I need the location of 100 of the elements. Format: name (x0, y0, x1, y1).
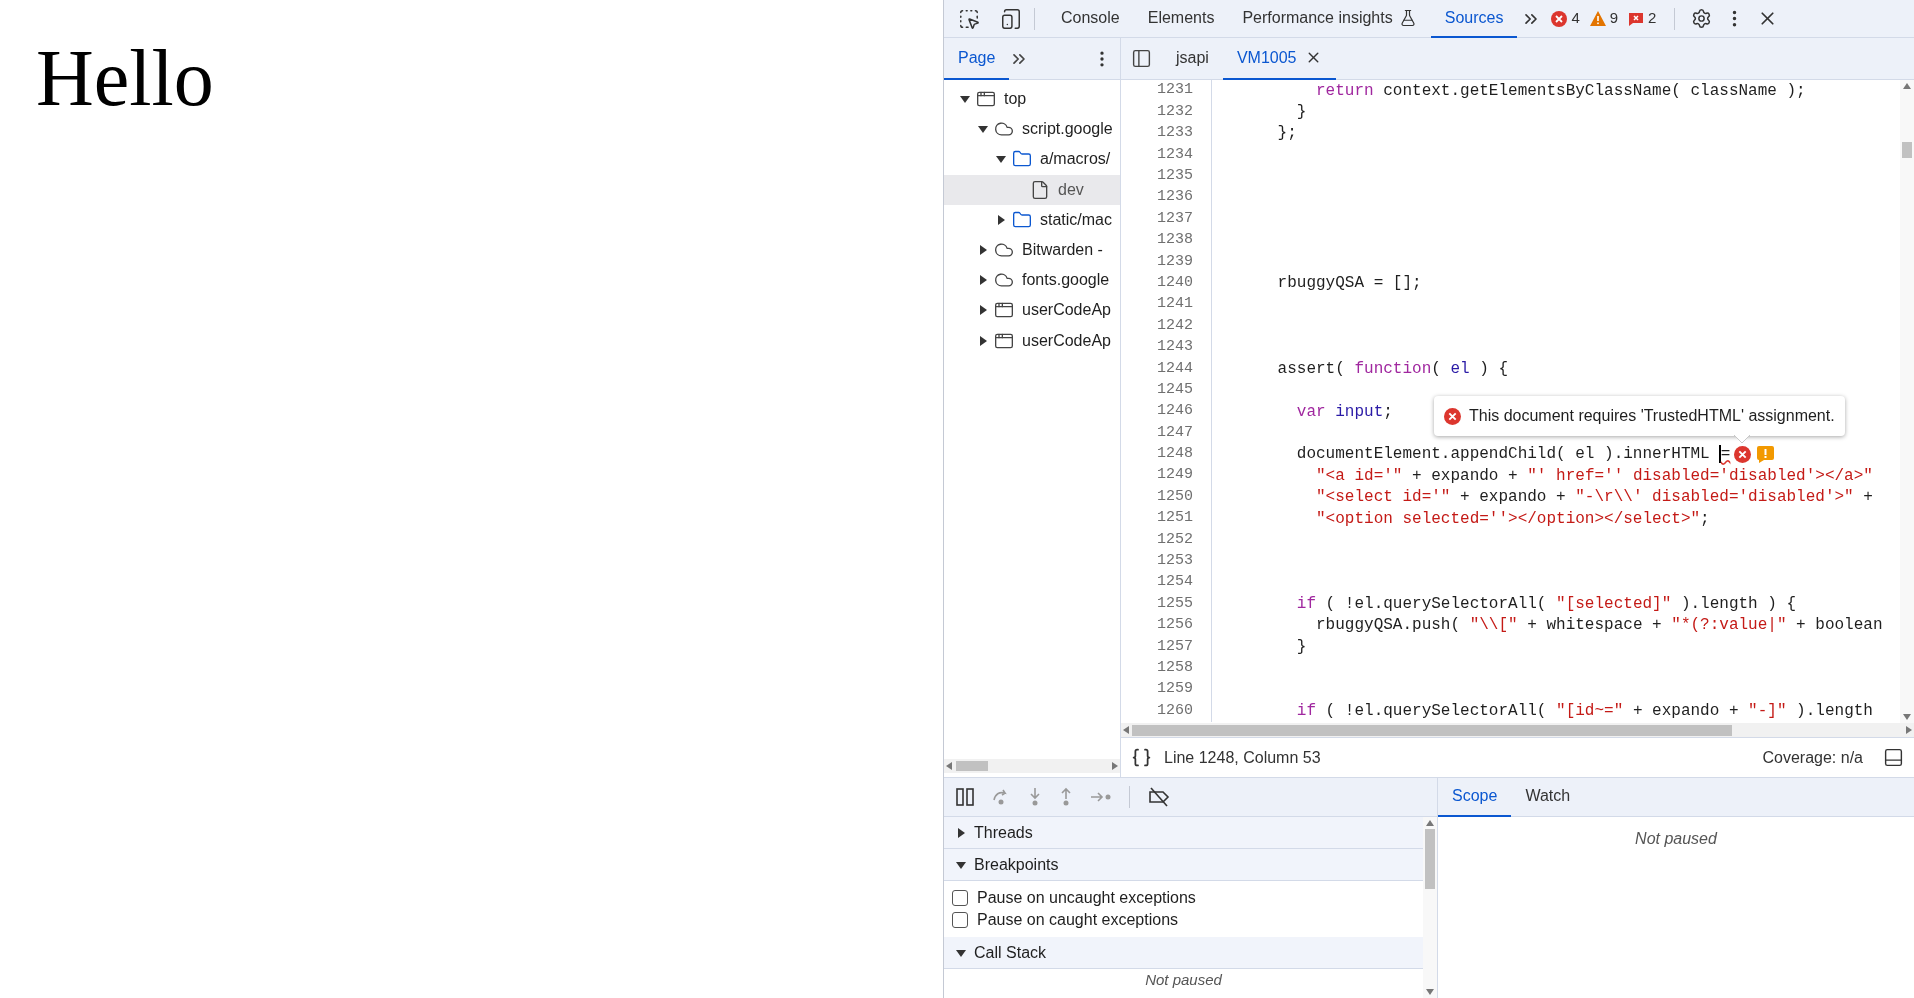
counter-button[interactable]: 2 (1628, 7, 1657, 30)
line-number: 1259 (1156, 679, 1194, 700)
checkbox[interactable] (952, 890, 968, 906)
line-number: 1255 (1156, 593, 1194, 614)
line-number: 1252 (1156, 529, 1194, 550)
pretty-print-icon[interactable] (1131, 747, 1152, 768)
scroll-arrow-icon[interactable] (946, 762, 952, 770)
error-icon (1444, 407, 1461, 425)
collapsed-arrow-icon[interactable] (978, 305, 988, 316)
horizontal-scrollbar[interactable] (944, 759, 1120, 773)
file-tab[interactable]: VM1005 (1222, 37, 1336, 80)
deactivate-breakpoints-icon[interactable] (1147, 787, 1171, 807)
expanded-arrow-icon[interactable] (956, 859, 966, 870)
collapsed-arrow-icon[interactable] (978, 245, 988, 256)
error-icon (1551, 10, 1568, 27)
line-number: 1231 (1156, 80, 1194, 101)
tree-item[interactable]: a/macros/ (944, 144, 1120, 175)
line-number: 1253 (1156, 551, 1194, 572)
tree-item[interactable]: dev (944, 174, 1120, 205)
scrollbar-thumb[interactable] (1132, 724, 1732, 736)
tree-item[interactable]: top (944, 84, 1120, 115)
line-number: 1260 (1156, 700, 1194, 721)
pause-icon[interactable] (956, 788, 974, 806)
scroll-arrow-icon[interactable] (1903, 83, 1911, 89)
vertical-scrollbar[interactable] (1900, 80, 1914, 723)
warning-marker-icon[interactable] (1756, 444, 1776, 464)
line-number: 1234 (1156, 144, 1194, 165)
file-icon (1030, 179, 1050, 200)
line-number: 1237 (1156, 208, 1194, 229)
scroll-arrow-icon[interactable] (1426, 820, 1434, 826)
line-number: 1254 (1156, 572, 1194, 593)
line-number: 1243 (1156, 337, 1194, 358)
line-number: 1247 (1156, 422, 1194, 443)
scroll-arrow-icon[interactable] (1426, 989, 1434, 995)
tree-item[interactable]: userCodeAp (944, 295, 1120, 326)
scrollbar-thumb[interactable] (1902, 142, 1912, 158)
collapsed-arrow-icon[interactable] (978, 335, 988, 346)
status-message: Not paused (1634, 829, 1719, 849)
horizontal-scrollbar[interactable] (1121, 723, 1914, 737)
device-toolbar-icon[interactable] (1000, 7, 1022, 30)
line-number: 1238 (1156, 230, 1194, 251)
sidebar-tab[interactable]: Watch (1511, 777, 1585, 817)
code-line: var input; (1295, 401, 1393, 423)
code-line: rbuggyQSA = []; (1276, 273, 1422, 295)
breakpoint-option[interactable]: Pause on uncaught exceptions (944, 887, 1423, 909)
collapsed-arrow-icon[interactable] (956, 827, 966, 838)
code-line: if ( !el.querySelectorAll( "[id~=" + expando + "-]" ).length (1295, 701, 1873, 723)
panel-tab[interactable]: Performance insights (1228, 0, 1431, 38)
code-line: } (1295, 102, 1307, 124)
code-line: }; (1276, 123, 1297, 145)
scroll-arrow-icon[interactable] (1123, 726, 1129, 734)
counter-button[interactable]: 9 (1589, 7, 1619, 30)
vertical-scrollbar[interactable] (1423, 817, 1437, 998)
collapsed-arrow-icon[interactable] (996, 214, 1006, 225)
line-number: 1233 (1156, 123, 1194, 144)
warning-icon (1589, 11, 1606, 26)
scrollbar-thumb[interactable] (956, 761, 988, 771)
settings-icon[interactable] (1691, 8, 1713, 29)
expanded-arrow-icon[interactable] (960, 94, 970, 105)
toggle-sidebar-icon[interactable] (1131, 48, 1152, 69)
tree-item-label: Bitwarden - (1022, 240, 1103, 261)
line-number: 1258 (1156, 658, 1194, 678)
toggle-drawer-icon[interactable] (1883, 747, 1904, 768)
panel-tab[interactable]: Console (1047, 0, 1134, 38)
tree-item-label: fonts.google (1022, 270, 1110, 291)
expanded-arrow-icon[interactable] (996, 154, 1006, 165)
line-number: 1236 (1156, 187, 1194, 208)
breakpoint-option[interactable]: Pause on caught exceptions (944, 909, 1423, 931)
tree-item[interactable]: script.google (944, 114, 1120, 145)
code-line: if ( !el.querySelectorAll( "[selected]" ).length ) { (1295, 594, 1797, 616)
tree-item[interactable]: userCodeAp (944, 325, 1120, 356)
page-heading: Hello (36, 38, 215, 118)
section-header[interactable]: Call Stack (944, 937, 1423, 969)
panel-tab[interactable]: Elements (1133, 0, 1229, 38)
section-header[interactable]: Threads (944, 817, 1423, 849)
line-number: 1257 (1156, 636, 1194, 657)
text-cursor (1719, 445, 1721, 464)
expanded-arrow-icon[interactable] (956, 947, 966, 958)
collapsed-arrow-icon[interactable] (978, 275, 988, 286)
file-tab[interactable]: jsapi (1162, 37, 1223, 80)
checkbox[interactable] (952, 912, 968, 928)
error-marker-icon[interactable] (1734, 445, 1752, 463)
line-number: 1251 (1156, 508, 1194, 529)
section-header[interactable]: Breakpoints (944, 849, 1423, 881)
inspect-element-icon[interactable] (958, 7, 980, 30)
code-line: "<a id='" + expando + "' href='' disabled='disabled'></a>" (1315, 465, 1873, 487)
tree-item[interactable]: Bitwarden - (944, 234, 1120, 266)
counter-button[interactable]: 4 (1551, 7, 1580, 30)
tree-item[interactable]: fonts.google (944, 265, 1120, 296)
coverage-status: Coverage: n/a (1762, 747, 1863, 768)
tree-item[interactable]: static/mac (944, 204, 1120, 235)
code-line: "<option selected=''></option></select>"; (1315, 508, 1710, 530)
line-number: 1256 (1156, 615, 1194, 636)
expanded-arrow-icon[interactable] (978, 124, 988, 135)
scroll-arrow-icon[interactable] (1112, 762, 1118, 770)
sidebar-tab[interactable]: Scope (1438, 777, 1512, 817)
code-line: documentElement.appendChild( el ).innerHTML = (1295, 444, 1731, 466)
code-line: } (1295, 636, 1307, 658)
scrollbar-thumb[interactable] (1425, 829, 1435, 889)
tree-item-label: top (1004, 89, 1027, 110)
